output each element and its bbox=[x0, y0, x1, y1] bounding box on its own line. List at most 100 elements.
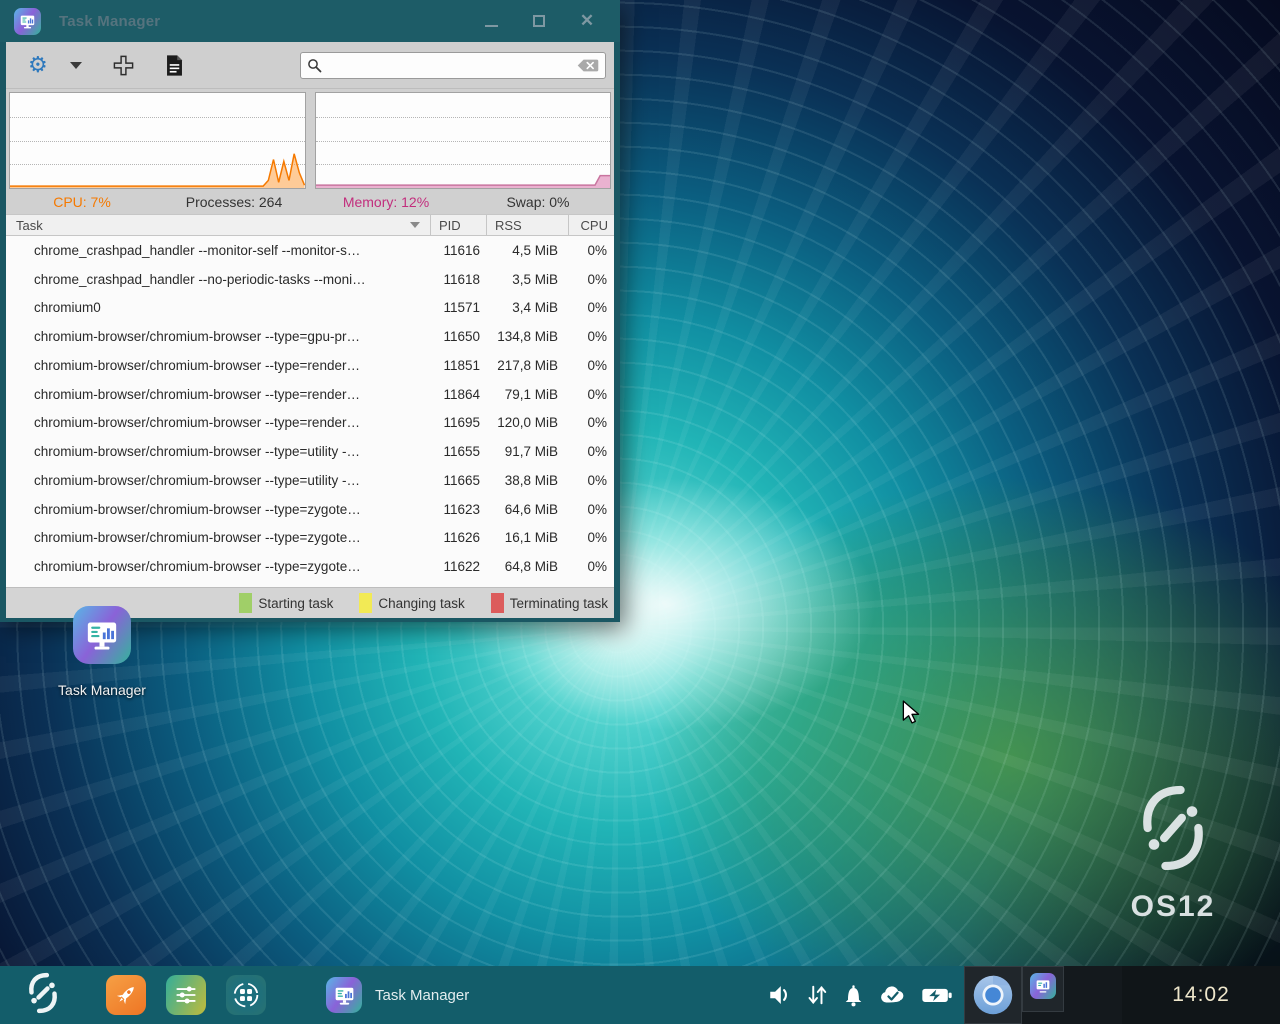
cell-pid: 11650 bbox=[430, 329, 486, 344]
sort-desc-icon bbox=[410, 222, 420, 228]
cell-task: chromium-browser/chromium-browser --type… bbox=[6, 473, 430, 488]
cell-cpu: 0% bbox=[568, 358, 614, 373]
cell-task: chrome_crashpad_handler --no-periodic-ta… bbox=[6, 272, 430, 287]
changing-task-swatch bbox=[359, 593, 372, 613]
legend-changing-task: Changing task bbox=[359, 593, 464, 613]
legend-starting-task: Starting task bbox=[239, 593, 333, 613]
taskmanager-tray-tile[interactable] bbox=[1022, 966, 1064, 1012]
cell-task: chromium-browser/chromium-browser --type… bbox=[6, 502, 430, 517]
memory-usage-label: Memory: 12% bbox=[310, 194, 462, 210]
os12-logo bbox=[1135, 782, 1211, 874]
network-arrows-icon[interactable] bbox=[805, 982, 829, 1008]
table-row[interactable]: chrome_crashpad_handler --no-periodic-ta… bbox=[6, 265, 614, 294]
chromium-window-tile[interactable] bbox=[964, 966, 1022, 1024]
settings-sliders-button[interactable] bbox=[166, 975, 206, 1015]
cell-pid: 11864 bbox=[430, 387, 486, 402]
minimize-button[interactable] bbox=[482, 12, 500, 30]
taskbar-spacer bbox=[1064, 966, 1122, 1024]
cell-task: chromium-browser/chromium-browser --type… bbox=[6, 530, 430, 545]
cell-task: chrome_crashpad_handler --monitor-self -… bbox=[6, 243, 430, 258]
show-details-button[interactable] bbox=[165, 54, 184, 77]
cell-cpu: 0% bbox=[568, 444, 614, 459]
desktop-icon-label: Task Manager bbox=[58, 682, 146, 698]
cell-cpu: 0% bbox=[568, 473, 614, 488]
cell-task: chromium-browser/chromium-browser --type… bbox=[6, 329, 430, 344]
stats-bar: CPU: 7% Processes: 264 Memory: 12% Swap:… bbox=[6, 189, 614, 214]
clear-search-icon[interactable] bbox=[577, 58, 599, 73]
table-row[interactable]: chromium-browser/chromium-browser --type… bbox=[6, 351, 614, 380]
table-row[interactable]: chromium-browser/chromium-browser --type… bbox=[6, 437, 614, 466]
terminating-task-swatch bbox=[491, 593, 504, 613]
search-icon bbox=[307, 58, 322, 73]
process-table-body: chrome_crashpad_handler --monitor-self -… bbox=[6, 236, 614, 587]
rocket-icon bbox=[112, 981, 140, 1009]
cell-rss: 217,8 MiB bbox=[486, 358, 568, 373]
table-row[interactable]: chromium-browser/chromium-browser --type… bbox=[6, 495, 614, 524]
memory-graph bbox=[315, 92, 612, 189]
battery-icon[interactable] bbox=[920, 982, 954, 1008]
clock-area[interactable]: 14:02 bbox=[1122, 966, 1280, 1024]
os12-menu-button[interactable] bbox=[22, 970, 64, 1021]
desktop-shortcut-task-manager[interactable]: Task Manager bbox=[56, 606, 148, 698]
close-button[interactable]: ✕ bbox=[578, 12, 596, 30]
column-header-rss[interactable]: RSS bbox=[486, 215, 568, 235]
taskbar-window-button-task-manager[interactable]: Task Manager bbox=[326, 977, 469, 1013]
cell-pid: 11623 bbox=[430, 502, 486, 517]
desktop: Task Manager ✕ ⚙ bbox=[0, 0, 1280, 1024]
cpu-graph bbox=[9, 92, 306, 189]
monitor-chart-icon bbox=[18, 12, 37, 31]
table-row[interactable]: chromium-browser/chromium-browser --type… bbox=[6, 322, 614, 351]
cell-rss: 16,1 MiB bbox=[486, 530, 568, 545]
table-row[interactable]: chromium-browser/chromium-browser --type… bbox=[6, 524, 614, 553]
cell-cpu: 0% bbox=[568, 530, 614, 545]
chromium-icon bbox=[971, 973, 1015, 1017]
volume-icon[interactable] bbox=[767, 982, 793, 1008]
window-titlebar[interactable]: Task Manager ✕ bbox=[0, 0, 620, 42]
search-input[interactable] bbox=[328, 58, 571, 73]
cell-task: chromium-browser/chromium-browser --type… bbox=[6, 559, 430, 574]
maximize-button[interactable] bbox=[530, 12, 548, 30]
cell-rss: 3,5 MiB bbox=[486, 272, 568, 287]
identify-window-button[interactable] bbox=[112, 54, 135, 77]
taskbar: Task Manager bbox=[0, 966, 1280, 1024]
cell-rss: 79,1 MiB bbox=[486, 387, 568, 402]
table-row[interactable]: chromium-browser/chromium-browser --type… bbox=[6, 409, 614, 438]
cell-rss: 4,5 MiB bbox=[486, 243, 568, 258]
monitor-chart-icon bbox=[82, 615, 122, 655]
column-header-cpu[interactable]: CPU bbox=[568, 215, 614, 235]
notifications-bell-icon[interactable] bbox=[841, 982, 866, 1008]
wallpaper-brand: OS12 bbox=[1118, 782, 1228, 924]
search-box[interactable] bbox=[300, 52, 606, 79]
task-manager-app-icon bbox=[14, 8, 41, 35]
crosshair-icon bbox=[112, 54, 135, 77]
os12-logo-icon bbox=[22, 970, 64, 1016]
monitor-chart-icon bbox=[332, 983, 357, 1008]
document-icon bbox=[165, 54, 184, 77]
cell-rss: 38,8 MiB bbox=[486, 473, 568, 488]
taskbar-window-button-label: Task Manager bbox=[375, 987, 469, 1004]
table-row[interactable]: chromium0115713,4 MiB0% bbox=[6, 294, 614, 323]
wallpaper-brand-text: OS12 bbox=[1131, 890, 1216, 924]
cell-rss: 64,8 MiB bbox=[486, 559, 568, 574]
table-row[interactable]: chromium-browser/chromium-browser --type… bbox=[6, 380, 614, 409]
taskbar-dark-zone: 14:02 bbox=[964, 966, 1280, 1024]
cell-pid: 11851 bbox=[430, 358, 486, 373]
cpu-usage-label: CPU: 7% bbox=[6, 194, 158, 210]
column-header-pid[interactable]: PID bbox=[430, 215, 486, 235]
toolbar: ⚙ bbox=[6, 42, 614, 89]
settings-gear-button[interactable]: ⚙ bbox=[28, 54, 48, 76]
usage-graphs bbox=[6, 89, 614, 189]
cloud-sync-icon[interactable] bbox=[878, 982, 908, 1008]
cell-task: chromium-browser/chromium-browser --type… bbox=[6, 415, 430, 430]
cell-cpu: 0% bbox=[568, 415, 614, 430]
rocket-launcher-button[interactable] bbox=[106, 975, 146, 1015]
cell-cpu: 0% bbox=[568, 329, 614, 344]
column-header-task[interactable]: Task bbox=[6, 215, 430, 235]
table-row[interactable]: chromium-browser/chromium-browser --type… bbox=[6, 552, 614, 581]
cell-task: chromium-browser/chromium-browser --type… bbox=[6, 387, 430, 402]
app-grid-button[interactable] bbox=[226, 975, 266, 1015]
table-row[interactable]: chrome_crashpad_handler --monitor-self -… bbox=[6, 236, 614, 265]
table-row[interactable]: chromium-browser/chromium-browser --type… bbox=[6, 466, 614, 495]
memory-history-sparkline bbox=[316, 93, 611, 188]
chevron-down-icon[interactable] bbox=[70, 62, 82, 69]
